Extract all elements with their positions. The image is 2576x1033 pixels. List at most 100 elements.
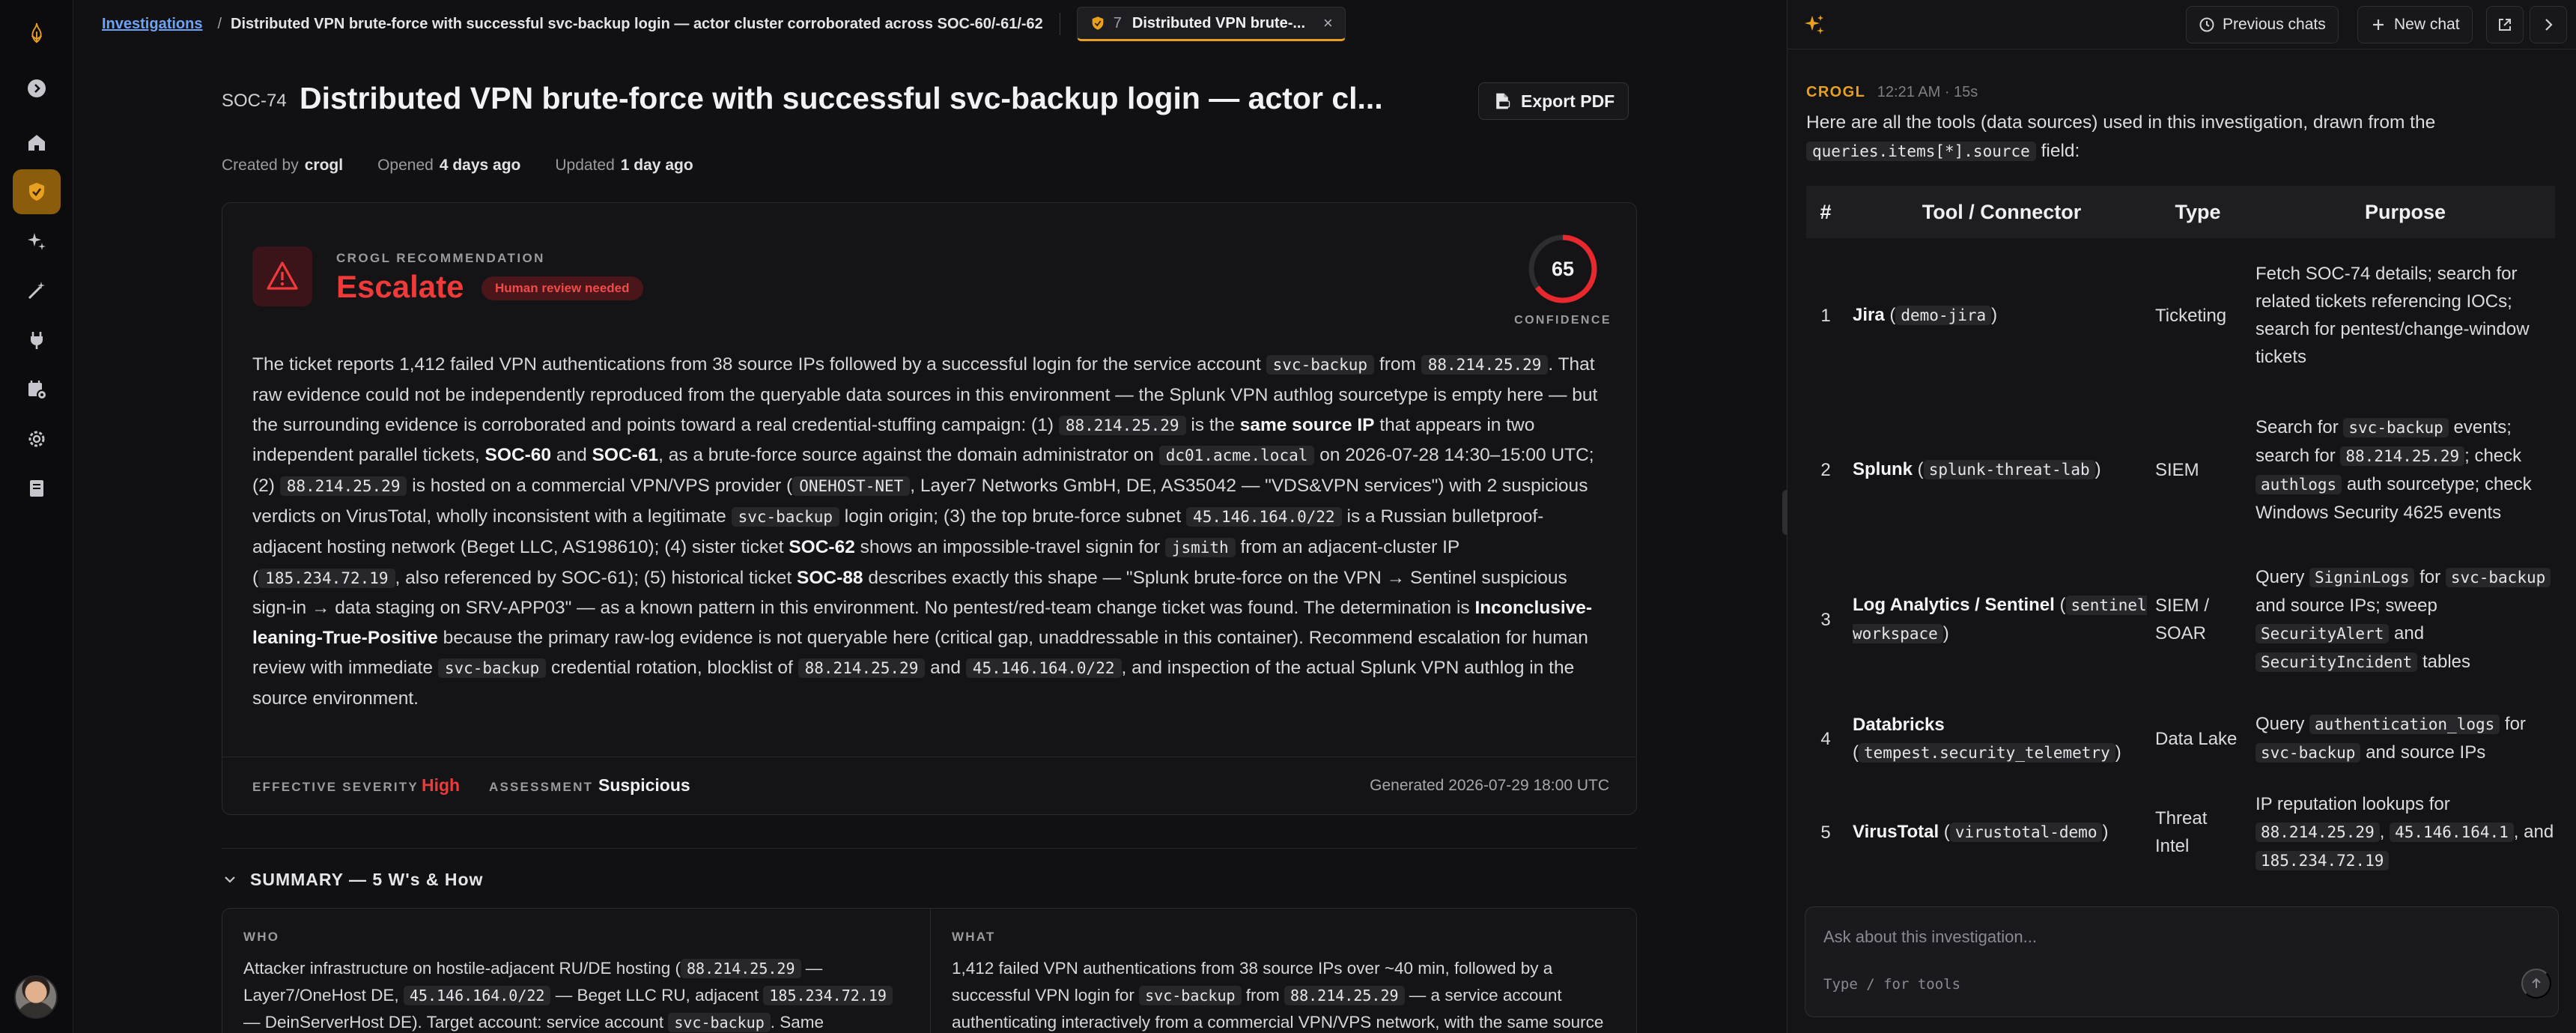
inline-code: 88.214.25.29 (1421, 355, 1549, 375)
inline-code: jsmith (1164, 537, 1236, 557)
section-divider (222, 848, 1637, 849)
inline-code: 88.214.25.29 (2340, 446, 2465, 466)
investigation-main: SOC-74 Distributed VPN brute-force with … (222, 48, 1637, 1033)
updated-value: 1 day ago (620, 157, 693, 174)
generated-timestamp: Generated 2026-07-29 18:00 UTC (1370, 777, 1609, 794)
plus-icon (2373, 19, 2384, 30)
assessment-value: Suspicious (598, 775, 690, 795)
tab-investigation[interactable]: 7 Distributed VPN brute-... × (1076, 7, 1346, 41)
ticket-meta: Created by crogl Opened 4 days ago Updat… (222, 157, 728, 175)
column-header: Purpose (2241, 186, 2555, 238)
emphasis: VirusTotal (1853, 822, 1939, 842)
breadcrumb: Investigations / Distributed VPN brute-f… (73, 0, 1787, 48)
avatar[interactable] (14, 975, 58, 1019)
expand-arrow-icon[interactable] (13, 66, 61, 111)
row-number: 1 (1820, 305, 1831, 326)
flame-logo-icon[interactable] (13, 10, 61, 55)
summary-toggle[interactable]: SUMMARY — 5 W's & How (222, 863, 483, 896)
clock-icon (2199, 17, 2214, 32)
emphasis: same source IP (1239, 414, 1375, 435)
inline-code: ONEHOST-NET (792, 476, 911, 497)
column-header: # (1806, 186, 1842, 238)
table-row: 3 Log Analytics / Sentinel (sentinel wor… (1806, 547, 2555, 692)
warning-icon (252, 246, 312, 306)
table-row: 4 Databricks (tempest.security_telemetry… (1806, 692, 2555, 785)
external-link-icon (2499, 19, 2511, 31)
inline-code: virustotal-demo (1949, 823, 2103, 842)
chevron-down-icon (225, 876, 235, 883)
inline-code: svc-backup (2255, 743, 2361, 763)
collapse-panel-button[interactable] (2530, 6, 2567, 43)
plug-icon[interactable] (13, 318, 61, 363)
status-badge: Human review needed (482, 276, 643, 300)
row-number: 3 (1820, 609, 1831, 630)
row-purpose: Query SigninLogs for svc-backup and sour… (2241, 547, 2555, 692)
shield-check-icon (1092, 16, 1104, 30)
emphasis: Splunk (1853, 459, 1913, 479)
table-row: 5 VirusTotal (virustotal-demo) Threat In… (1806, 785, 2555, 879)
severity-label: EFFECTIVE SEVERITY (252, 780, 419, 794)
inline-code: svc-backup (668, 1013, 771, 1032)
breadcrumb-link-investigations[interactable]: Investigations (102, 16, 202, 33)
book-icon[interactable] (13, 466, 61, 511)
updated-label: Updated (555, 157, 615, 174)
confidence-value: 65 (1551, 258, 1575, 280)
inline-code: SecurityAlert (2255, 623, 2390, 643)
previous-chats-label: Previous chats (2223, 16, 2326, 33)
inline-code: 185.234.72.19 (2255, 850, 2390, 870)
tools-table: # Tool / Connector Type Purpose 1 Jira (… (1806, 186, 2555, 879)
composer-hint: Type / for tools (1823, 976, 1961, 993)
close-icon[interactable]: × (1323, 13, 1333, 33)
export-pdf-button[interactable]: Export PDF (1478, 82, 1629, 120)
chat-header: Previous chats New chat (1787, 0, 2576, 49)
gear-icon[interactable] (13, 416, 61, 461)
row-tool: Databricks (tempest.security_telemetry) (1853, 714, 2121, 763)
row-type: Ticketing (2155, 305, 2227, 326)
table-row: 2 Splunk (splunk-threat-lab) SIEM Search… (1806, 393, 2555, 547)
calendar-gear-icon[interactable] (13, 367, 61, 412)
inline-code: svc-backup (2343, 417, 2449, 437)
inline-code: svc-backup (1266, 355, 1375, 375)
inline-code: dc01.acme.local (1158, 446, 1315, 466)
row-type: SIEM / SOAR (2155, 596, 2210, 643)
new-chat-button[interactable]: New chat (2357, 6, 2473, 43)
severity-value: High (422, 775, 461, 795)
sparkles-icon[interactable] (13, 219, 61, 264)
row-tool: Jira (demo-jira) (1853, 305, 1998, 325)
recommendation-card: CROGL RECOMMENDATION Escalate Human revi… (222, 202, 1637, 815)
message-author: CROGL (1806, 84, 1866, 100)
inline-code: svc-backup (1139, 986, 1242, 1005)
row-tool: Log Analytics / Sentinel (sentinel works… (1853, 595, 2147, 643)
send-button[interactable] (2521, 969, 2551, 999)
emphasis: Inconclusive-leaning-True-Positive (252, 598, 1593, 649)
column-header: Tool / Connector (1842, 186, 2151, 238)
message-meta: CROGL 12:21 AM · 15s (1806, 84, 1978, 101)
open-external-button[interactable] (2486, 6, 2524, 43)
inline-code: svc-backup (2445, 567, 2551, 587)
emphasis: SOC-60 (484, 445, 552, 466)
emphasis: Databricks (1853, 714, 1945, 735)
inline-code: 88.214.25.29 (1058, 415, 1186, 435)
shield-check-icon[interactable] (13, 169, 61, 214)
inline-code: svc-backup (437, 658, 547, 678)
inline-code: demo-jira (1895, 306, 1992, 325)
home-icon[interactable] (13, 120, 61, 165)
summary-title: SUMMARY — 5 W's & How (250, 869, 484, 889)
message-intro: Here are all the tools (data sources) us… (1806, 112, 2436, 161)
created-by-value: crogl (304, 157, 344, 174)
chat-panel: Previous chats New chat CROGL 12:21 AM ·… (1787, 0, 2576, 1033)
chat-input[interactable] (1823, 922, 2527, 952)
inline-code: svc-backup (731, 506, 839, 527)
inline-code: 45.146.164.0/22 (1186, 506, 1342, 527)
inline-code: 185.234.72.19 (763, 986, 893, 1005)
inline-code: queries.items[*].source (1806, 142, 2036, 161)
recommendation-eyebrow: CROGL RECOMMENDATION (336, 251, 545, 265)
row-type: SIEM (2155, 459, 2199, 480)
previous-chats-button[interactable]: Previous chats (2186, 6, 2339, 43)
wand-icon[interactable] (13, 268, 61, 313)
left-rail (0, 0, 73, 1033)
emphasis: SOC-61 (592, 445, 659, 466)
file-pdf-icon (1496, 93, 1510, 109)
row-tool: Splunk (splunk-threat-lab) (1853, 459, 2101, 479)
inline-code: authentication_logs (2309, 715, 2500, 734)
